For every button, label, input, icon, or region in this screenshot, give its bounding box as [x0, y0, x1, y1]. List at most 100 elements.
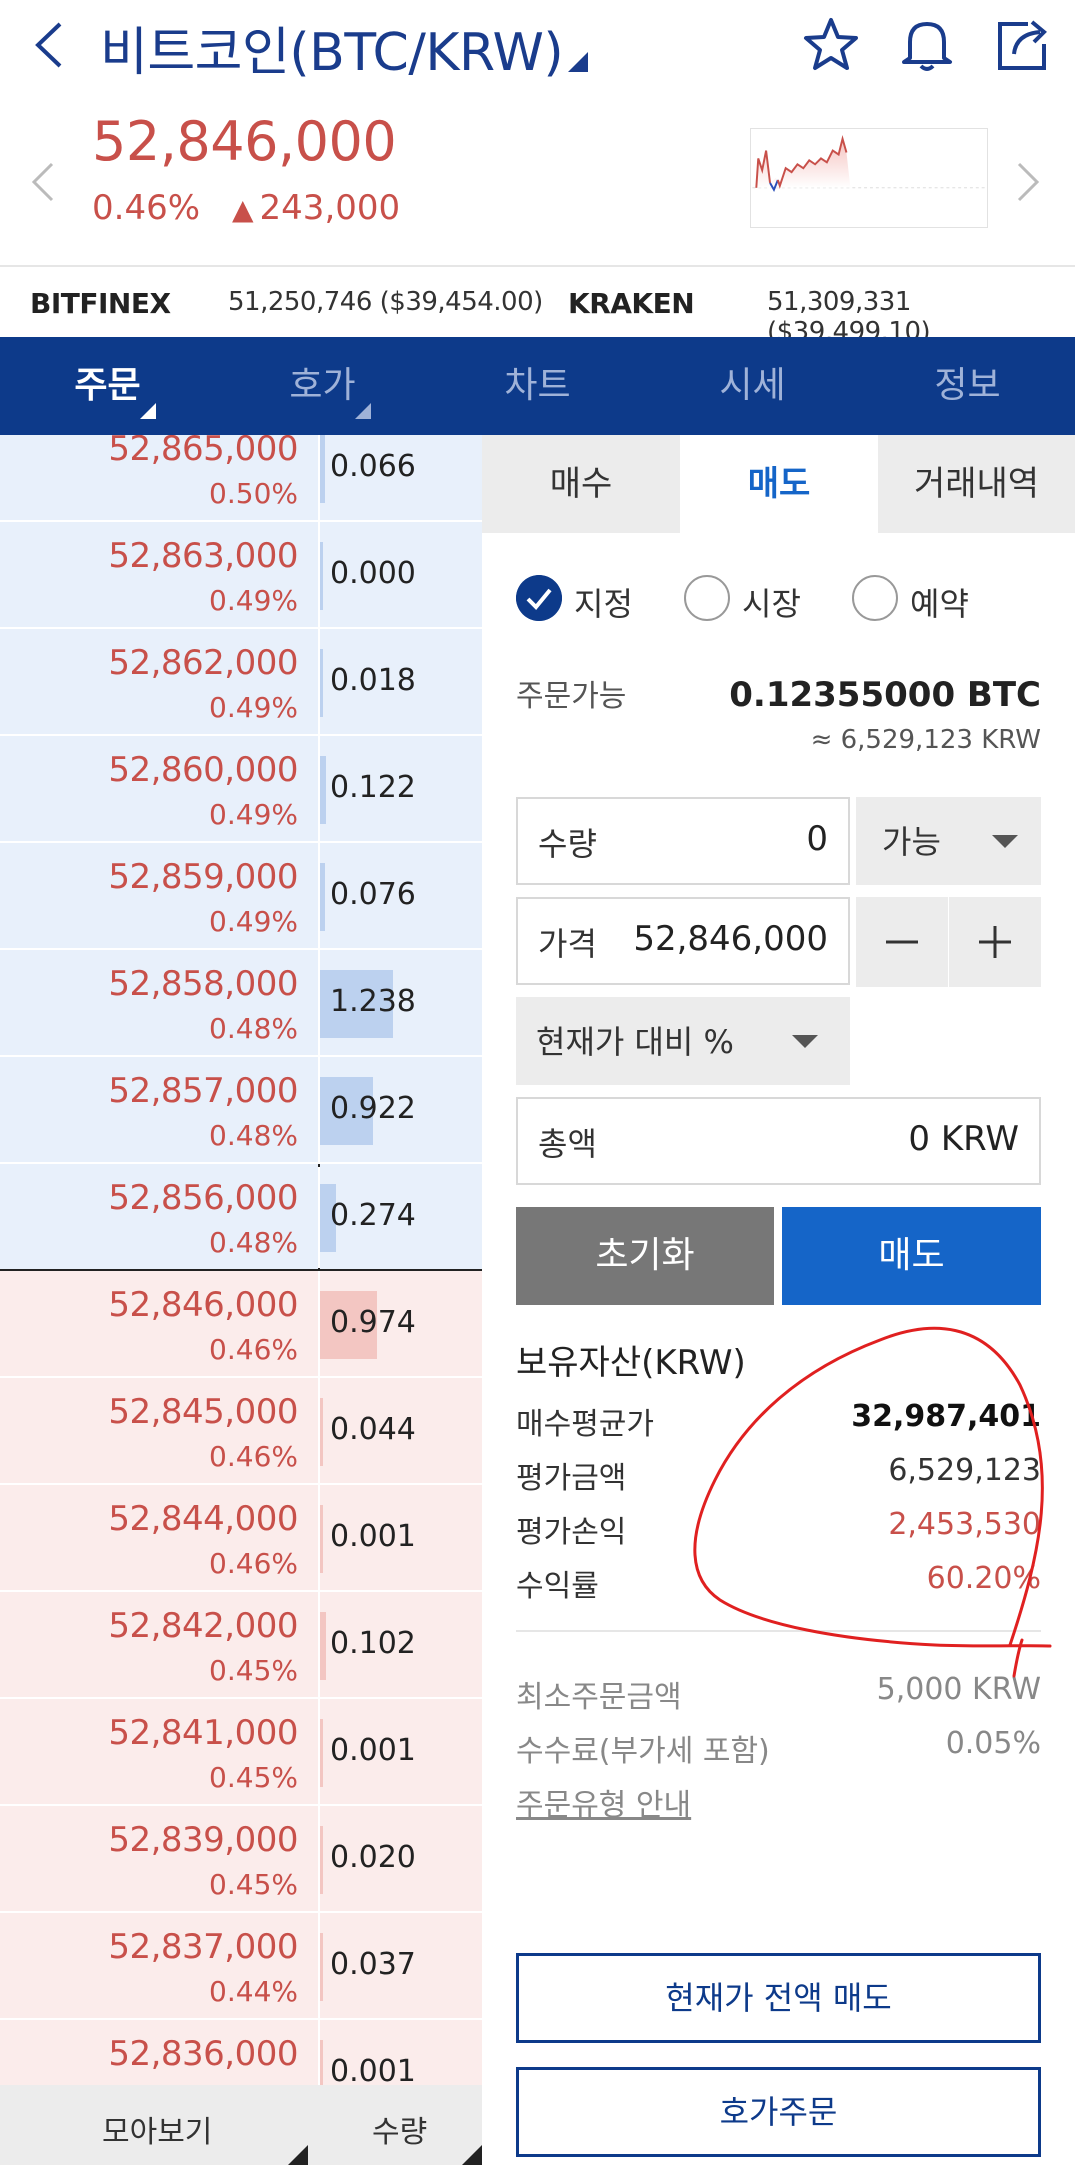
- bid-row[interactable]: 52,842,000 0.45% 0.102: [0, 1592, 482, 1699]
- row-price-cell[interactable]: 52,841,000 0.45%: [0, 1699, 318, 1804]
- qty-toggle-button[interactable]: 수량: [372, 2107, 427, 2151]
- row-price-cell[interactable]: 52,844,000 0.46%: [0, 1485, 318, 1590]
- bid-row[interactable]: 52,836,0000.44% 0.001: [0, 2020, 482, 2085]
- row-qty-cell[interactable]: 0.044: [320, 1378, 482, 1483]
- row-price-cell[interactable]: 52,845,000 0.46%: [0, 1378, 318, 1483]
- row-qty-cell[interactable]: 0.122: [320, 736, 482, 841]
- tab-info[interactable]: 정보: [860, 337, 1075, 435]
- prev-market-icon[interactable]: [30, 160, 56, 204]
- ask-row[interactable]: 52,859,000 0.49% 0.076: [0, 843, 482, 950]
- row-price-cell[interactable]: 52,862,000 0.49%: [0, 629, 318, 734]
- row-qty-cell[interactable]: 0.974: [320, 1271, 482, 1376]
- tab-history[interactable]: 거래내역: [878, 435, 1075, 533]
- ask-row[interactable]: 52,860,000 0.49% 0.122: [0, 736, 482, 843]
- row-price-cell[interactable]: 52,846,000 0.46%: [0, 1271, 318, 1376]
- bid-row[interactable]: 52,841,000 0.45% 0.001: [0, 1699, 482, 1806]
- group-view-button[interactable]: 모아보기: [102, 2107, 212, 2151]
- chevron-down-icon: [792, 1035, 818, 1048]
- row-qty-cell[interactable]: 0.076: [320, 843, 482, 948]
- row-qty-cell[interactable]: 0.001: [320, 1485, 482, 1590]
- radio-reserved[interactable]: 예약: [852, 575, 982, 625]
- ratio-dropdown[interactable]: 현재가 대비 %: [516, 997, 850, 1085]
- available-dropdown[interactable]: 가능: [856, 797, 1041, 885]
- row-qty-cell[interactable]: 0.037: [320, 1913, 482, 2018]
- tab-chart[interactable]: 차트: [430, 337, 645, 435]
- row-qty: 0.922: [330, 1091, 416, 1126]
- radio-label: 지정: [574, 585, 633, 623]
- total-field[interactable]: 총액 0 KRW: [516, 1097, 1041, 1185]
- plus-icon[interactable]: [949, 897, 1041, 987]
- row-qty-cell[interactable]: 0.102: [320, 1592, 482, 1697]
- price-value: 52,846,000: [633, 919, 828, 959]
- back-icon[interactable]: [30, 18, 70, 72]
- row-price-cell[interactable]: 52,842,000 0.45%: [0, 1592, 318, 1697]
- price-summary: 52,846,000 0.46% 243,000: [0, 100, 1075, 260]
- row-percent: 0.46%: [209, 1440, 298, 1473]
- tab-sell[interactable]: 매도: [680, 435, 878, 533]
- row-price-cell[interactable]: 52,865,000 0.50%: [0, 435, 318, 520]
- bell-icon[interactable]: [896, 14, 958, 76]
- ask-row[interactable]: 52,865,000 0.50% 0.066: [0, 435, 482, 522]
- ask-row[interactable]: 52,862,000 0.49% 0.018: [0, 629, 482, 736]
- row-price-cell[interactable]: 52,859,000 0.49%: [0, 843, 318, 948]
- bid-row[interactable]: 52,845,000 0.46% 0.044: [0, 1378, 482, 1485]
- share-icon[interactable]: [992, 14, 1054, 76]
- next-market-icon[interactable]: [1015, 160, 1041, 204]
- row-price-cell[interactable]: 52,839,000 0.45%: [0, 1806, 318, 1911]
- sell-all-button[interactable]: 현재가 전액 매도: [516, 1953, 1041, 2043]
- market-title[interactable]: 비트코인(BTC/KRW): [100, 10, 564, 85]
- row-qty-cell[interactable]: 0.001: [320, 2020, 482, 2085]
- bid-row[interactable]: 52,837,000 0.44% 0.037: [0, 1913, 482, 2020]
- reset-button[interactable]: 초기화: [516, 1207, 774, 1305]
- foreign-exchange-prices: BITFINEX 51,250,746 ($39,454.00) KRAKEN …: [0, 265, 1075, 347]
- tab-buy[interactable]: 매수: [482, 435, 680, 533]
- sparkline-chart[interactable]: [750, 128, 988, 228]
- row-price-cell[interactable]: 52,860,000 0.49%: [0, 736, 318, 841]
- row-price-cell[interactable]: 52,836,0000.44%: [0, 2020, 318, 2085]
- row-qty-cell[interactable]: 0.274: [320, 1164, 482, 1269]
- minus-icon[interactable]: [856, 897, 948, 987]
- qty-bar: [320, 435, 325, 503]
- radio-market[interactable]: 시장: [684, 575, 814, 625]
- bid-row[interactable]: 52,839,000 0.45% 0.020: [0, 1806, 482, 1913]
- ask-row[interactable]: 52,856,000 0.48% 0.274: [0, 1164, 482, 1271]
- row-qty-cell[interactable]: 0.018: [320, 629, 482, 734]
- tab-quotes[interactable]: 시세: [645, 337, 860, 435]
- ask-row[interactable]: 52,858,000 0.48% 1.238: [0, 950, 482, 1057]
- holding-value: 32,987,401: [851, 1399, 1041, 1434]
- order-book[interactable]: 52,865,000 0.50% 0.066 52,863,000 0.49% 0.000…: [0, 435, 482, 2085]
- qty-bar: [320, 2040, 323, 2085]
- quantity-field[interactable]: 수량 0: [516, 797, 850, 885]
- row-qty-cell[interactable]: 0.020: [320, 1806, 482, 1911]
- row-price-cell[interactable]: 52,837,000 0.44%: [0, 1913, 318, 2018]
- tab-caret-icon: [355, 403, 371, 419]
- row-price-cell[interactable]: 52,857,000 0.48%: [0, 1057, 318, 1162]
- row-qty: 1.238: [330, 984, 416, 1019]
- market-dropdown-icon[interactable]: [568, 52, 588, 72]
- ask-row[interactable]: 52,863,000 0.49% 0.000: [0, 522, 482, 629]
- tab-orderbook[interactable]: 호가: [215, 337, 430, 435]
- sell-button[interactable]: 매도: [782, 1207, 1041, 1305]
- ask-row[interactable]: 52,857,000 0.48% 0.922: [0, 1057, 482, 1164]
- tab-label: 정보: [934, 365, 1001, 406]
- price-field[interactable]: 가격 52,846,000: [516, 897, 850, 985]
- row-price: 52,839,000: [108, 1820, 298, 1860]
- row-price-cell[interactable]: 52,856,000 0.48%: [0, 1164, 318, 1269]
- tab-order[interactable]: 주문: [0, 337, 215, 435]
- row-qty-cell[interactable]: 0.000: [320, 522, 482, 627]
- order-type-guide-link[interactable]: 주문유형 안내: [516, 1780, 691, 1824]
- bid-row[interactable]: 52,844,000 0.46% 0.001: [0, 1485, 482, 1592]
- row-percent: 0.46%: [209, 1547, 298, 1580]
- row-price-cell[interactable]: 52,863,000 0.49%: [0, 522, 318, 627]
- star-icon[interactable]: [800, 14, 862, 76]
- row-qty-cell[interactable]: 0.066: [320, 435, 482, 520]
- quantity-value: 0: [806, 819, 828, 859]
- row-qty-cell[interactable]: 1.238: [320, 950, 482, 1055]
- book-order-button[interactable]: 호가주문: [516, 2067, 1041, 2157]
- row-price-cell[interactable]: 52,858,000 0.48%: [0, 950, 318, 1055]
- row-qty-cell[interactable]: 0.922: [320, 1057, 482, 1162]
- radio-limit[interactable]: 지정: [516, 575, 646, 625]
- row-price: 52,845,000: [108, 1392, 298, 1432]
- bid-row[interactable]: 52,846,000 0.46% 0.974: [0, 1271, 482, 1378]
- row-qty-cell[interactable]: 0.001: [320, 1699, 482, 1804]
